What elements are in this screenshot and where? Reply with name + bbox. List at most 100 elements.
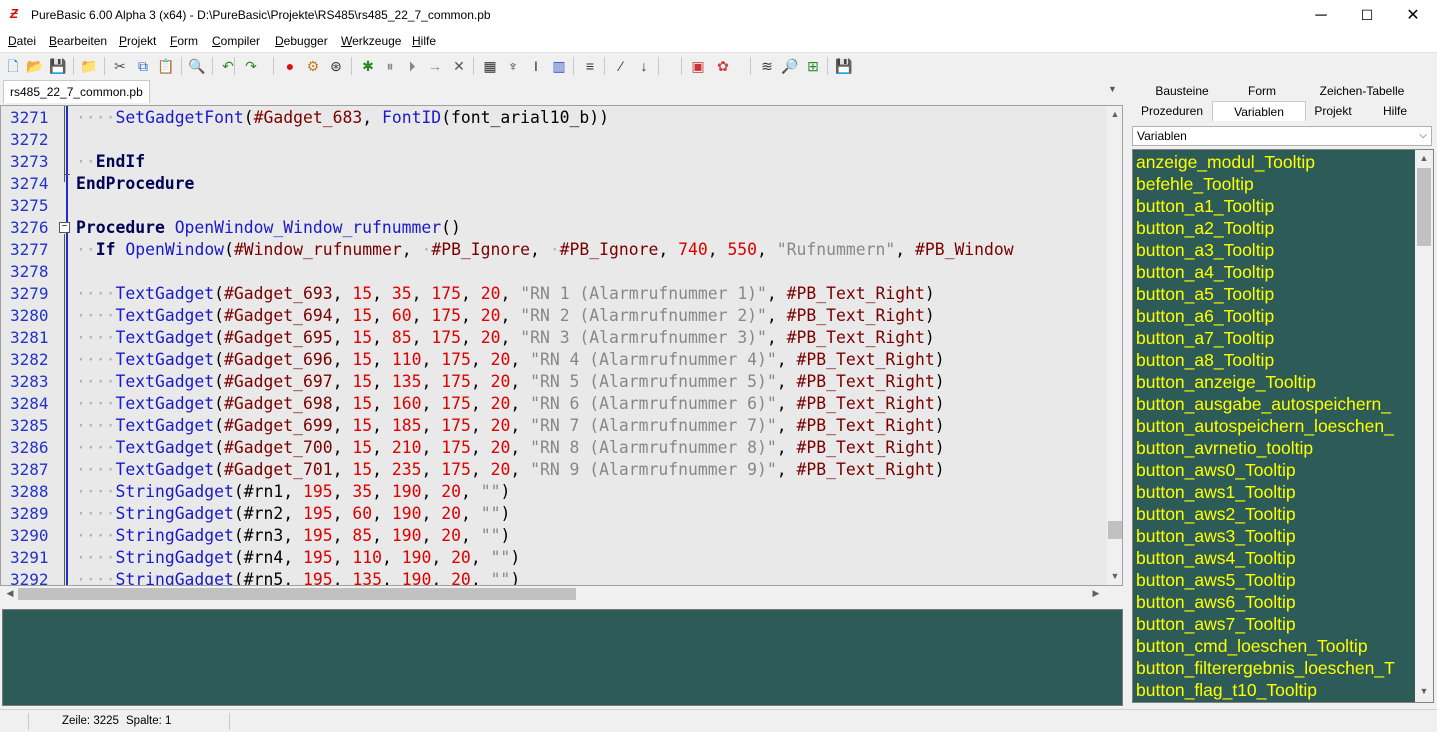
editor-horizontal-scroll-thumb[interactable] bbox=[18, 588, 576, 600]
variable-item[interactable]: button_anzeige_Tooltip bbox=[1136, 371, 1416, 393]
redo-icon[interactable]: ↷ bbox=[242, 57, 260, 75]
menu-item-werkzeuge[interactable]: Werkzeuge bbox=[341, 34, 401, 48]
variable-item[interactable]: button_a1_Tooltip bbox=[1136, 195, 1416, 217]
variable-item[interactable]: button_a2_Tooltip bbox=[1136, 217, 1416, 239]
minimize-button[interactable]: ─ bbox=[1298, 0, 1344, 31]
variable-list[interactable]: ▲ ▼ anzeige_modul_Tooltip befehle_Tooltip… bbox=[1132, 149, 1434, 703]
variable-item[interactable]: button_aws3_Tooltip bbox=[1136, 525, 1416, 547]
menu-item-hilfe[interactable]: Hilfe bbox=[412, 34, 436, 48]
variable-item[interactable]: befehle_Tooltip bbox=[1136, 173, 1416, 195]
variable-item[interactable]: button_a8_Tooltip bbox=[1136, 349, 1416, 371]
compile-run-icon[interactable]: ● bbox=[281, 57, 299, 75]
structure-viewer-icon[interactable]: ▥ bbox=[550, 57, 568, 75]
panel-tab-prozeduren[interactable]: Prozeduren bbox=[1132, 101, 1212, 121]
debug-icon[interactable]: ⊛ bbox=[327, 57, 345, 75]
variable-item[interactable]: button_aws1_Tooltip bbox=[1136, 481, 1416, 503]
open-folder-icon[interactable]: 📁 bbox=[80, 57, 98, 75]
close-button[interactable]: ✕ bbox=[1390, 0, 1436, 31]
tool3-icon[interactable]: ≋ bbox=[758, 57, 776, 75]
line-number: 3278 bbox=[10, 262, 49, 281]
format-icon[interactable]: ≡ bbox=[581, 57, 599, 75]
output-panel[interactable] bbox=[2, 609, 1123, 706]
scroll-down-icon[interactable]: ▼ bbox=[1107, 571, 1122, 581]
code-line: ····TextGadget(#Gadget_698, 15, 160, 175… bbox=[76, 394, 945, 413]
pause-icon[interactable]: ⏸ bbox=[381, 57, 399, 75]
menu-item-debugger[interactable]: Debugger bbox=[275, 34, 328, 48]
copy-icon[interactable]: ⧉ bbox=[134, 57, 152, 75]
toolbar-separator bbox=[273, 57, 274, 75]
variable-item[interactable]: button_aws0_Tooltip bbox=[1136, 459, 1416, 481]
editor-vertical-scrollbar[interactable]: ▲ ▼ bbox=[1107, 106, 1122, 585]
color-picker-icon[interactable]: ▣ bbox=[689, 57, 707, 75]
scroll-up-icon[interactable]: ▲ bbox=[1416, 153, 1432, 163]
variable-item[interactable]: button_aws2_Tooltip bbox=[1136, 503, 1416, 525]
cut-icon[interactable]: ✂ bbox=[111, 57, 129, 75]
tool2-icon[interactable]: I bbox=[527, 57, 545, 75]
open-file-icon[interactable]: 📂 bbox=[26, 57, 44, 75]
variable-item[interactable]: button_a3_Tooltip bbox=[1136, 239, 1416, 261]
variable-list-scrollbar[interactable]: ▲ ▼ bbox=[1415, 150, 1433, 702]
menu-item-projekt[interactable]: Projekt bbox=[119, 34, 156, 48]
panel-tab-zeichen-tabelle[interactable]: Zeichen-Tabelle bbox=[1292, 81, 1432, 101]
find-icon[interactable]: 🔍 bbox=[188, 57, 206, 75]
scroll-left-icon[interactable]: ◀ bbox=[2, 588, 18, 599]
variable-item[interactable]: button_a4_Tooltip bbox=[1136, 261, 1416, 283]
variable-item[interactable]: button_filterergebnis_loeschen_T bbox=[1136, 657, 1416, 679]
tool-icon[interactable]: ♆ bbox=[504, 57, 522, 75]
code-editor[interactable]: 3271 3272 3273 3274 3275 3276 3277 3278 3279 3280… bbox=[0, 105, 1123, 586]
variable-item[interactable]: button_a7_Tooltip bbox=[1136, 327, 1416, 349]
save-all-icon[interactable]: 💾 bbox=[835, 57, 853, 75]
jump-icon[interactable]: ↓ bbox=[635, 57, 653, 75]
scroll-down-icon[interactable]: ▼ bbox=[1416, 686, 1432, 696]
chevron-down-icon[interactable]: ⌵ bbox=[1419, 127, 1427, 145]
variable-list-scroll-thumb[interactable] bbox=[1417, 168, 1431, 246]
build-icon[interactable]: ⚙ bbox=[304, 57, 322, 75]
toggle-comment-icon[interactable]: ⁄ bbox=[612, 57, 630, 75]
menu-item-datei[interactable]: Datei bbox=[8, 34, 36, 48]
panel-tab-form[interactable]: Form bbox=[1232, 81, 1292, 101]
variable-item[interactable]: button_a6_Tooltip bbox=[1136, 305, 1416, 327]
step-icon[interactable]: ⏵ bbox=[403, 57, 421, 75]
variable-item[interactable]: button_avrnetio_tooltip bbox=[1136, 437, 1416, 459]
debugger-icon[interactable]: ✱ bbox=[359, 57, 377, 75]
variable-item[interactable]: button_aws7_Tooltip bbox=[1136, 613, 1416, 635]
stop-icon[interactable]: ✕ bbox=[450, 57, 468, 75]
line-number: 3283 bbox=[10, 372, 49, 391]
variable-item[interactable]: button_aws4_Tooltip bbox=[1136, 547, 1416, 569]
file-tab[interactable]: rs485_22_7_common.pb bbox=[3, 80, 150, 103]
line-number: 3288 bbox=[10, 482, 49, 501]
palette-icon[interactable]: ✿ bbox=[714, 57, 732, 75]
variable-item[interactable]: button_a5_Tooltip bbox=[1136, 283, 1416, 305]
variable-item[interactable]: button_aws6_Tooltip bbox=[1136, 591, 1416, 613]
line-number: 3274 bbox=[10, 174, 49, 193]
save-icon[interactable]: 💾 bbox=[49, 57, 67, 75]
scroll-right-icon[interactable]: ▶ bbox=[1088, 588, 1104, 599]
scroll-up-icon[interactable]: ▲ bbox=[1107, 109, 1122, 119]
search-icon[interactable]: 🔎 bbox=[781, 57, 799, 75]
editor-vertical-scroll-thumb[interactable] bbox=[1108, 521, 1122, 539]
maximize-button[interactable]: ☐ bbox=[1344, 0, 1390, 31]
code-area[interactable]: ····SetGadgetFont(#Gadget_683, FontID(fo… bbox=[76, 106, 1106, 585]
panel-tab-projekt[interactable]: Projekt bbox=[1306, 101, 1360, 121]
form-icon[interactable]: ▦ bbox=[481, 57, 499, 75]
paste-icon[interactable]: 📋 bbox=[157, 57, 175, 75]
variable-item[interactable]: button_autospeichern_loeschen_ bbox=[1136, 415, 1416, 437]
variable-item[interactable]: button_aws5_Tooltip bbox=[1136, 569, 1416, 591]
variable-item[interactable]: button_ausgabe_autospeichern_ bbox=[1136, 393, 1416, 415]
variable-item[interactable]: button_flag_t10_Tooltip bbox=[1136, 679, 1416, 701]
menu-item-form[interactable]: Form bbox=[170, 34, 198, 48]
tab-list-arrow-icon[interactable]: ▼ bbox=[1108, 84, 1117, 94]
tool4-icon[interactable]: ⊞ bbox=[804, 57, 822, 75]
new-file-icon[interactable]: 🗋 bbox=[4, 57, 22, 75]
editor-horizontal-scrollbar[interactable]: ◀ ▶ bbox=[0, 586, 1107, 602]
menu-item-compiler[interactable]: Compiler bbox=[212, 34, 260, 48]
fold-toggle-icon[interactable]: − bbox=[59, 222, 70, 233]
step-over-icon[interactable]: → bbox=[426, 57, 444, 75]
panel-tab-variablen[interactable]: Variablen bbox=[1212, 101, 1306, 121]
variable-item[interactable]: button_cmd_loeschen_Tooltip bbox=[1136, 635, 1416, 657]
panel-tab-hilfe[interactable]: Hilfe bbox=[1360, 101, 1430, 121]
panel-select[interactable]: Variablen ⌵ bbox=[1132, 126, 1432, 146]
menu-item-bearbeiten[interactable]: Bearbeiten bbox=[49, 34, 107, 48]
panel-tab-bausteine[interactable]: Bausteine bbox=[1132, 81, 1232, 101]
variable-item[interactable]: anzeige_modul_Tooltip bbox=[1136, 151, 1416, 173]
